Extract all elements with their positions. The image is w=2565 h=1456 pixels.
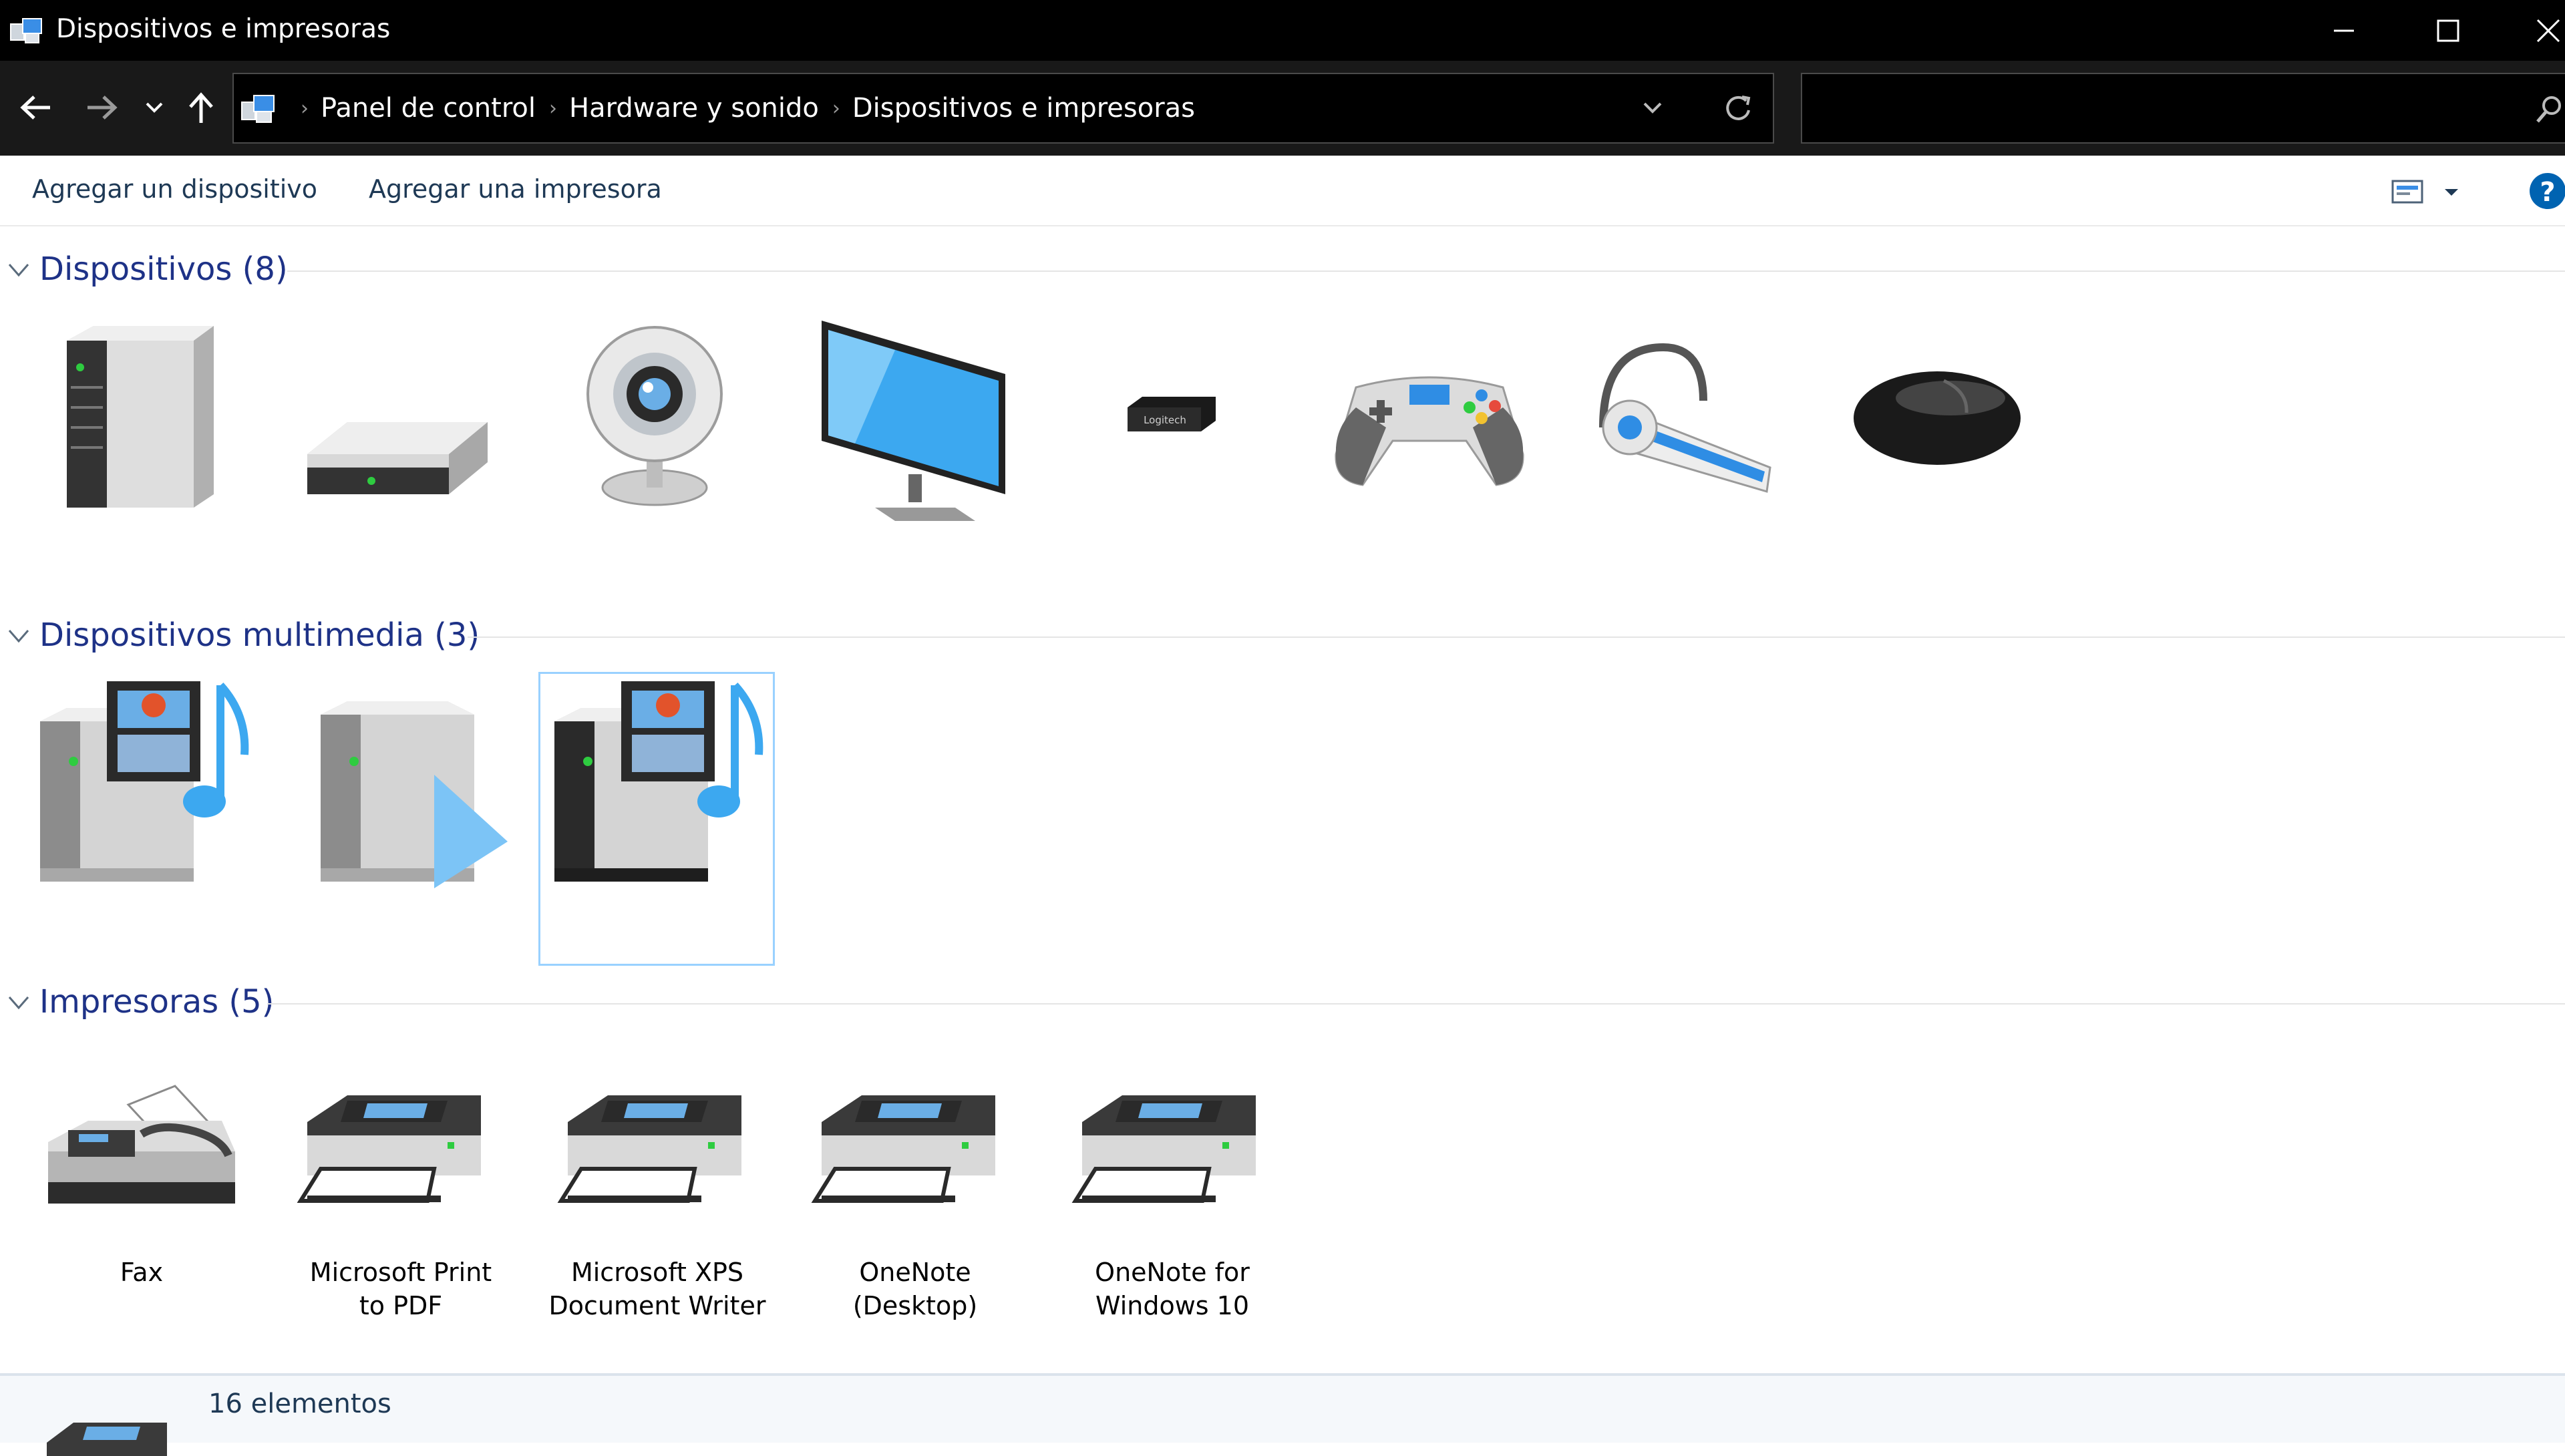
breadcrumb-item[interactable]: Dispositivos e impresoras [852,93,1195,124]
device-item-webcam[interactable] [581,321,728,514]
media-item-server-2[interactable] [548,675,768,888]
bluetooth-headset-icon [1599,343,1771,493]
group-divider [468,636,2565,638]
view-options-icon [2391,180,2458,204]
chevron-down-icon[interactable] [7,990,31,1015]
printer-label: OneNote for Windows 10 [1095,1258,1250,1320]
media-renderer-icon [321,701,508,888]
group-divider [267,1003,2565,1005]
maximize-button[interactable] [2398,0,2498,61]
device-item-headset[interactable] [1590,334,1783,501]
search-box[interactable] [1801,73,2565,144]
usb-receiver-brand: Logitech [1144,414,1186,426]
item-count: 16 elementos [208,1389,391,1419]
printer-icon [557,1095,741,1203]
breadcrumb-item[interactable]: Panel de control [321,93,536,124]
printer-label: OneNote (Desktop) [852,1258,978,1320]
external-drive-icon [307,422,488,494]
printer-label: Fax [120,1258,164,1287]
group-header-devices[interactable]: Dispositivos (8) [0,246,2565,293]
group-title: Dispositivos multimedia (3) [39,616,480,654]
printer-icon [297,1095,481,1203]
device-item-monitor[interactable] [815,314,1015,528]
chevron-down-icon[interactable] [7,258,31,282]
search-input[interactable] [1802,74,2470,141]
maximize-icon [2437,19,2459,41]
window-title: Dispositivos e impresoras [56,14,391,44]
printer-item-fax[interactable] [41,1082,242,1216]
navigation-bar: › Panel de control › Hardware y sonido ›… [0,61,2565,156]
usb-receiver-icon: Logitech [1128,397,1216,431]
monitor-icon [822,321,1005,521]
devices-printers-icon [241,95,275,123]
close-button[interactable] [2498,0,2565,61]
mouse-icon [1854,371,2021,465]
printer-icon [47,1423,167,1456]
printer-item-onenote-win10[interactable] [1069,1089,1269,1209]
change-view-button[interactable] [2385,174,2471,209]
devices-printers-icon [10,18,42,43]
breadcrumb-separator: › [549,96,557,120]
add-printer-button[interactable]: Agregar una impresora [369,170,662,208]
device-item-mouse[interactable] [1850,361,2024,474]
address-history-button[interactable] [1633,92,1673,125]
device-item-external-drive[interactable] [294,401,494,521]
back-arrow-icon [20,96,50,120]
minimize-icon [2334,29,2354,31]
group-header-printers[interactable]: Impresoras (5) [0,978,2565,1025]
refresh-button[interactable] [1717,87,1759,129]
search-icon[interactable] [2534,94,2564,125]
up-arrow-icon [189,92,213,123]
chevron-down-icon [146,102,163,113]
group-divider [287,270,2565,272]
command-bar: Agregar un dispositivo Agregar una impre… [0,156,2565,226]
help-icon: ? [2530,173,2565,209]
svg-text:?: ? [2540,177,2555,208]
breadcrumb: › Panel de control › Hardware y sonido ›… [287,74,1195,142]
printer-label: Microsoft Print to PDF [309,1258,492,1320]
title-bar: Dispositivos e impresoras [0,0,2565,61]
close-icon [2536,19,2560,42]
recent-locations-button[interactable] [138,81,171,134]
status-bar: 16 elementos [0,1373,2565,1456]
printer-item-xps[interactable] [554,1089,755,1209]
media-item-renderer[interactable] [314,681,514,895]
media-server-icon [40,681,249,882]
group-title: Impresoras (5) [39,983,275,1021]
help-button[interactable]: ? [2529,172,2565,210]
fax-icon [48,1085,235,1204]
group-title: Dispositivos (8) [39,250,288,288]
add-device-button[interactable]: Agregar un dispositivo [32,170,317,208]
media-item-server-1[interactable] [33,675,254,888]
refresh-icon [1726,96,1751,120]
minimize-button[interactable] [2294,0,2394,61]
printer-label: Microsoft XPS Document Writer [548,1258,766,1320]
group-header-multimedia[interactable]: Dispositivos multimedia (3) [0,612,2565,659]
back-button[interactable] [9,81,63,134]
chevron-down-icon [1643,102,1662,114]
chevron-down-icon[interactable] [7,624,31,648]
forward-button[interactable] [75,81,128,134]
address-bar[interactable]: › Panel de control › Hardware y sonido ›… [232,73,1774,144]
media-server-icon [554,681,763,882]
up-button[interactable] [178,81,224,134]
breadcrumb-separator: › [832,96,840,120]
forward-arrow-icon [88,96,118,120]
printer-icon [1071,1095,1256,1203]
printer-item-onenote-desktop[interactable] [808,1089,1009,1209]
computer-tower-icon [67,326,214,508]
device-item-usb-receiver[interactable]: Logitech [1116,381,1222,447]
breadcrumb-item[interactable]: Hardware y sonido [569,93,819,124]
device-item-gamepad[interactable] [1329,354,1530,494]
printer-item-pdf[interactable] [294,1089,494,1209]
device-item-computer[interactable] [47,314,227,528]
breadcrumb-separator: › [301,96,309,120]
webcam-icon [586,326,723,506]
gamepad-icon [1335,376,1524,486]
printer-icon [811,1095,995,1203]
